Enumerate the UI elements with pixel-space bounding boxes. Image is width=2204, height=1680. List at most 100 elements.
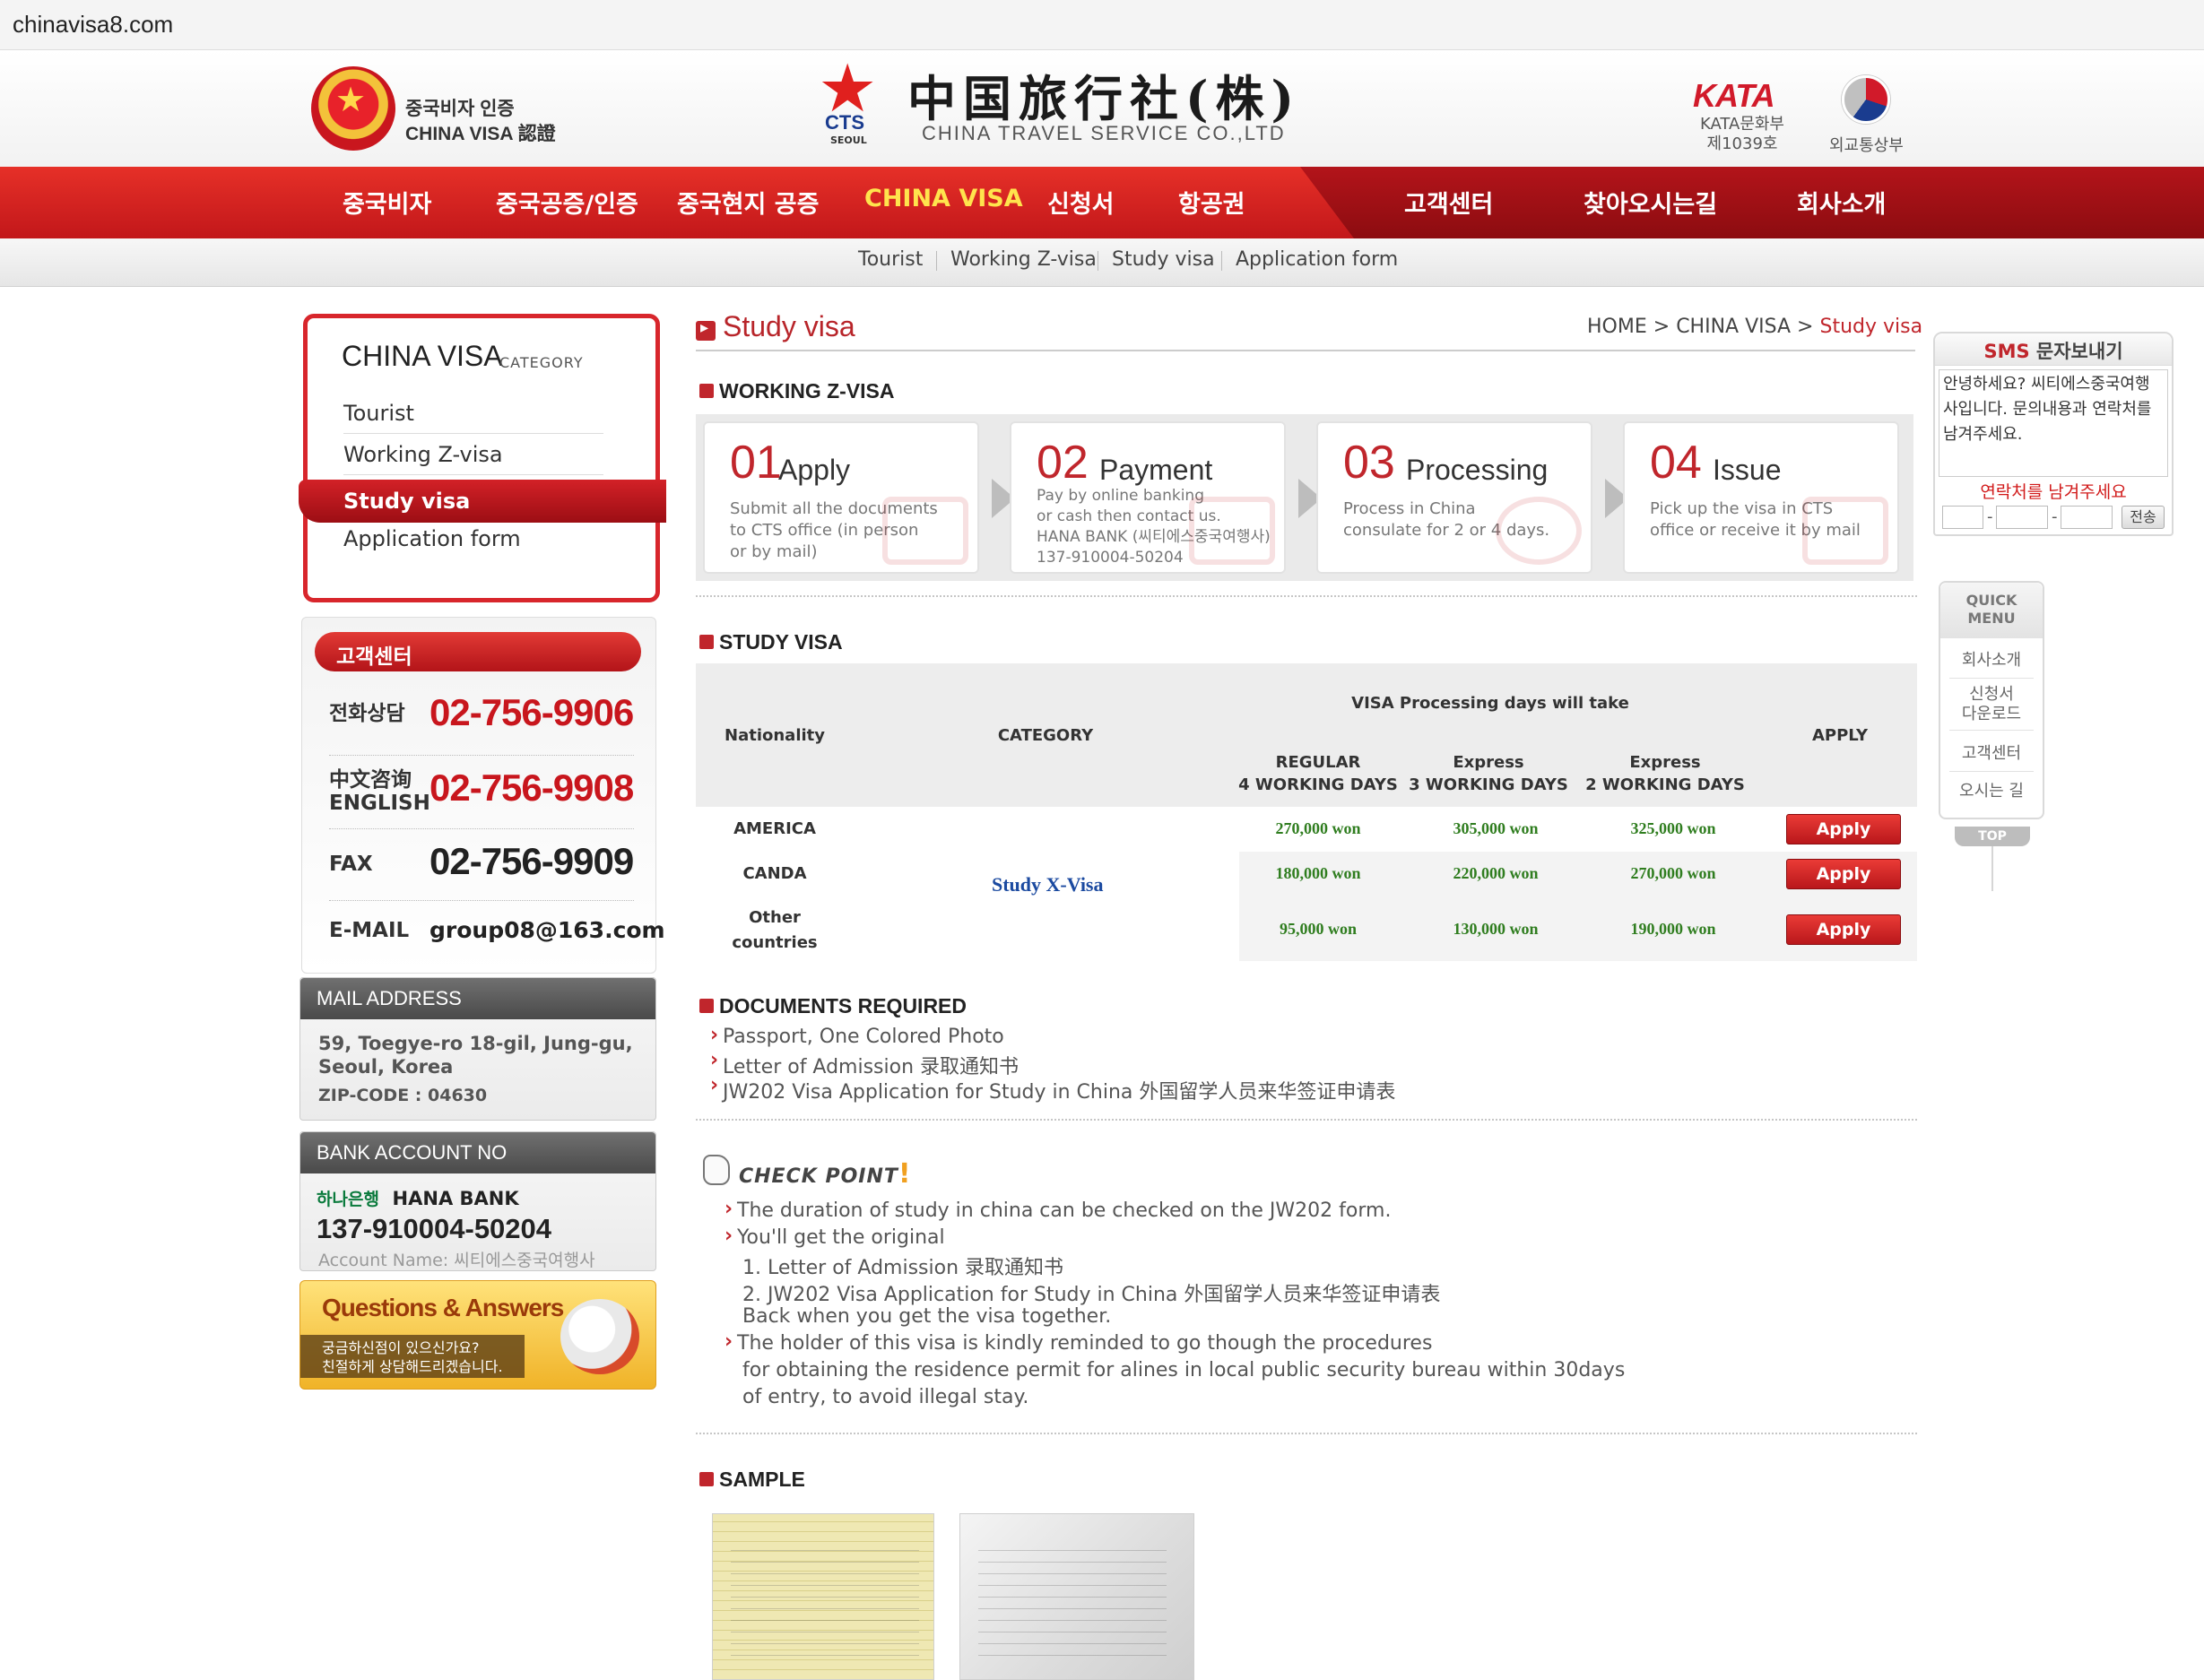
category-item-application-form[interactable]: Application form — [343, 526, 603, 559]
email-address[interactable]: group08@163.com — [430, 917, 665, 943]
nav-air-ticket[interactable]: 항공권 — [1178, 185, 1245, 220]
breadcrumb: HOME > CHINA VISA > Study visa — [1587, 316, 1922, 338]
step-name: Payment — [1099, 454, 1213, 486]
fax-row: FAX 02-756-9909 — [329, 831, 634, 901]
subnav-working-z-visa[interactable]: Working Z-visa — [950, 248, 1097, 271]
mofat-emblem-icon[interactable] — [1842, 75, 1890, 124]
sms-contact-prompt: 연락처를 남겨주세요 — [1980, 482, 2127, 502]
apply-button[interactable]: Apply — [1786, 859, 1901, 889]
category-item-working-z-visa[interactable]: Working Z-visa — [343, 442, 603, 475]
china-visa-logo[interactable]: 중국비자 인증 CHINA VISA 認證 — [405, 97, 556, 147]
check-point-title: CHECK POINT! — [739, 1158, 912, 1190]
qa-line-2: 친절하게 상담해드리겠습니다. — [322, 1358, 503, 1375]
sms-label: SMS — [1983, 341, 2030, 362]
phone-last-input[interactable] — [2061, 506, 2113, 529]
price-express-3: 220,000 won — [1453, 864, 1539, 882]
subnav-application-form[interactable]: Application form — [1236, 248, 1398, 271]
logo-line-1: 중국비자 인증 — [405, 99, 515, 119]
customer-center-box: 고객센터 전화상담 02-756-9906 中文咨询 ENGLISH 02-756… — [301, 617, 665, 974]
chinese-phone-row: 中文咨询 ENGLISH 02-756-9908 — [329, 758, 634, 829]
breadcrumb-home[interactable]: HOME — [1587, 316, 1647, 338]
envelope-icon — [882, 497, 968, 565]
category-item-tourist[interactable]: Tourist — [343, 401, 603, 434]
dash: - — [1987, 507, 1993, 526]
page-title: Study visa — [723, 310, 855, 342]
zip-code: ZIP-CODE : 04630 — [318, 1086, 488, 1105]
section-divider — [696, 595, 1917, 597]
nav-company[interactable]: 회사소개 — [1797, 185, 1886, 220]
scroll-top-button[interactable]: TOP — [1955, 827, 2030, 846]
nationality-cell: Other countries — [696, 905, 854, 956]
section-bullet-icon — [699, 384, 714, 398]
table-row: Other countries 95,000 won 130,000 won 19… — [696, 896, 1917, 961]
step-name: Apply — [778, 454, 851, 486]
chinese-label-1: 中文咨询 — [329, 768, 412, 792]
kata-logo[interactable]: KATA — [1693, 77, 1775, 115]
sample-admission-letter-image[interactable] — [959, 1513, 1194, 1680]
qa-banner[interactable]: Questions & Answers 궁금하신점이 있으신가요? 친절하게 상담… — [299, 1280, 656, 1390]
phone-number[interactable]: 02-756-9906 — [430, 691, 634, 734]
category-item-label: Study visa — [343, 489, 471, 514]
qa-title: Questions & Answers — [322, 1294, 564, 1321]
nav-local-notary[interactable]: 중국현지 공증 — [677, 185, 819, 220]
quick-menu-title-1: QUICK — [1965, 592, 2017, 609]
email-label: E-MAIL — [329, 919, 410, 942]
step-apply: 01 Apply Submit all the documents to CTS… — [703, 421, 979, 574]
quick-customer-center[interactable]: 고객센터 — [1949, 744, 2034, 772]
nav-directions[interactable]: 찾아오시는길 — [1584, 185, 1717, 220]
table-row: AMERICA 270,000 won 305,000 won 325,000 … — [696, 807, 1917, 852]
nav-customer-center[interactable]: 고객센터 — [1404, 185, 1493, 220]
quick-directions[interactable]: 오시는 길 — [1949, 782, 2034, 801]
sms-message-textarea[interactable]: 안녕하세요? 씨티에스중국여행사입니다. 문의내용과 연락처를 남겨주세요. — [1939, 369, 2168, 477]
check-point-label: CHECK POINT — [739, 1165, 898, 1188]
cts-city: SEOUL — [830, 134, 867, 146]
address-line-2: Seoul, Korea — [318, 1056, 454, 1078]
bank-name-text: HANA BANK — [392, 1188, 519, 1209]
col-express-2-line-1: Express — [1629, 753, 1701, 772]
col-nationality: Nationality — [725, 726, 825, 745]
step-name: Issue — [1713, 454, 1782, 486]
megaphone-icon — [560, 1299, 639, 1374]
visa-category-cell: Study X-Visa — [992, 873, 1104, 896]
sample-heading: SAMPLE — [719, 1468, 805, 1491]
customer-center-title: 고객센터 — [336, 645, 412, 669]
breadcrumb-china-visa[interactable]: CHINA VISA — [1676, 316, 1791, 338]
phone-prefix-input[interactable] — [1942, 506, 1983, 529]
nationality-line-2: countries — [732, 933, 818, 952]
national-emblem-icon[interactable]: ★ — [311, 66, 395, 151]
nav-notarization[interactable]: 중국공증/인증 — [496, 185, 638, 220]
category-box: CHINA VISA CATEGORY Tourist Working Z-vi… — [299, 314, 666, 602]
subnav-divider — [1221, 251, 1222, 271]
chinese-phone-number[interactable]: 02-756-9908 — [430, 766, 634, 810]
cts-chinese-name[interactable]: 中国旅行社(株) — [907, 59, 1301, 130]
breadcrumb-separator: > — [1653, 316, 1670, 338]
cts-english-name: CHINA TRAVEL SERVICE CO.,LTD — [922, 122, 1286, 144]
quick-application-download[interactable]: 신청서 다운로드 — [1949, 685, 2034, 731]
nav-china-visa[interactable]: CHINA VISA — [864, 185, 1023, 212]
title-divider — [696, 350, 1915, 351]
piggy-bank-icon — [1189, 497, 1275, 565]
category-item-study-visa[interactable]: Study visa — [299, 480, 666, 523]
phone-middle-input[interactable] — [1996, 506, 2048, 529]
table-row: CANDA 180,000 won 220,000 won 270,000 wo… — [696, 852, 1917, 896]
breadcrumb-separator: > — [1797, 316, 1814, 338]
apply-button[interactable]: Apply — [1786, 814, 1901, 844]
clock-icon — [1496, 497, 1582, 565]
apply-button[interactable]: Apply — [1786, 914, 1901, 945]
nav-china-visa-ko[interactable]: 중국비자 — [343, 185, 431, 220]
url-text: chinavisa8.com — [13, 11, 174, 38]
check-point-item: You'll get the original — [725, 1225, 945, 1249]
nationality-cell: CANDA — [742, 864, 807, 883]
subnav-tourist[interactable]: Tourist — [858, 248, 923, 271]
address-bar[interactable]: chinavisa8.com — [0, 0, 2204, 50]
nav-application[interactable]: 신청서 — [1047, 185, 1115, 220]
quick-company[interactable]: 회사소개 — [1949, 651, 2034, 679]
sms-send-button[interactable]: 전송 — [2122, 506, 2165, 529]
subnav-study-visa[interactable]: Study visa — [1112, 248, 1215, 271]
col-express-2: Express 2 WORKING DAYS — [1580, 751, 1750, 796]
price-express-2: 190,000 won — [1630, 920, 1716, 938]
sample-application-form-image[interactable] — [712, 1513, 934, 1680]
kata-line-2: 제1039호 — [1706, 134, 1778, 153]
quick-download: 다운로드 — [1961, 705, 2022, 723]
cts-logo-text: CTS — [825, 111, 864, 134]
